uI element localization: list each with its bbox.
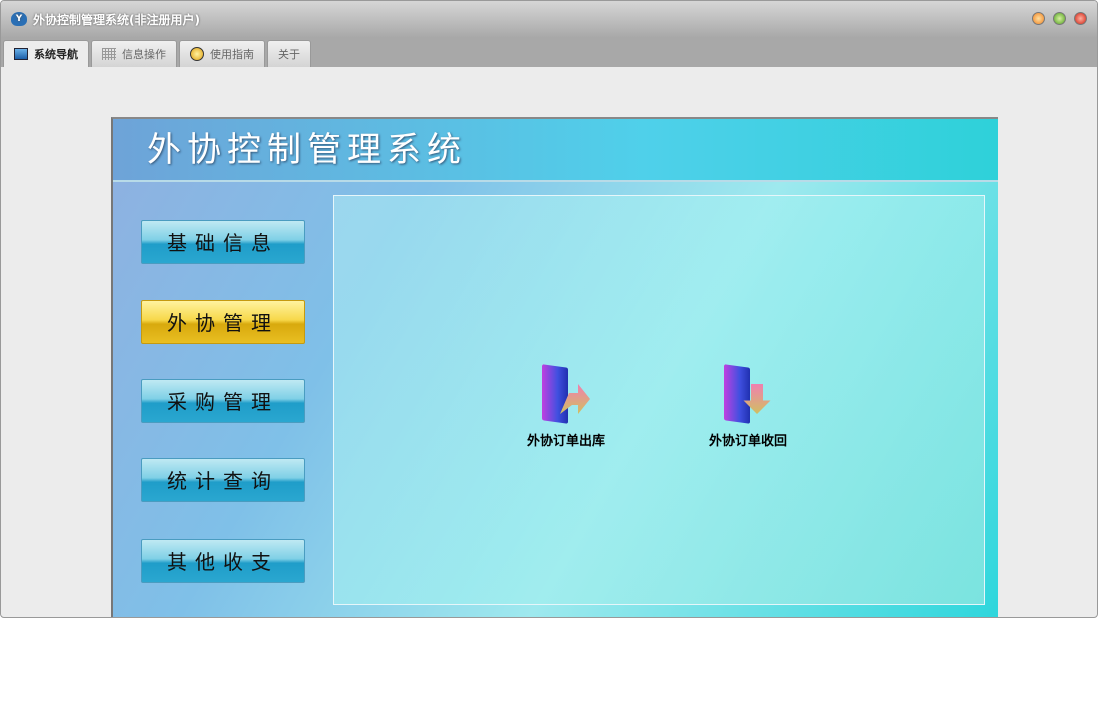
- action-label: 外协订单出库: [526, 434, 605, 449]
- menu-statistics[interactable]: 统计查询: [141, 458, 305, 502]
- tab-info-ops[interactable]: 信息操作: [91, 40, 177, 67]
- tab-guide[interactable]: 使用指南: [179, 40, 265, 67]
- order-outbound-button[interactable]: 外协订单出库: [506, 364, 626, 449]
- banner-title: 外协控制管理系统: [113, 119, 998, 182]
- grid-icon: [102, 48, 116, 60]
- tab-bar: 系统导航 信息操作 使用指南 关于: [1, 37, 1097, 67]
- help-icon: [190, 47, 204, 61]
- content-area: 外协订单出库 外协订单收回: [333, 195, 985, 605]
- menu-outsourcing[interactable]: 外协管理: [141, 300, 305, 344]
- order-return-button[interactable]: 外协订单收回: [688, 364, 808, 449]
- monitor-icon: [14, 48, 28, 60]
- menu-basic-info[interactable]: 基础信息: [141, 220, 305, 264]
- maximize-button[interactable]: [1053, 12, 1066, 25]
- window-title: 外协控制管理系统(非注册用户): [33, 12, 200, 27]
- menu-purchase[interactable]: 采购管理: [141, 379, 305, 423]
- folder-out-icon: [538, 364, 594, 424]
- tab-system-nav[interactable]: 系统导航: [3, 40, 89, 67]
- title-bar: Y 外协控制管理系统(非注册用户): [1, 1, 1097, 37]
- app-window: Y 外协控制管理系统(非注册用户) 系统导航 信息操作 使用指南 关于 外协控制…: [0, 0, 1098, 618]
- app-logo-icon: Y: [11, 12, 27, 26]
- tab-about[interactable]: 关于: [267, 40, 311, 67]
- folder-in-icon: [720, 364, 776, 424]
- tab-label: 信息操作: [122, 48, 166, 61]
- minimize-button[interactable]: [1032, 12, 1045, 25]
- action-label: 外协订单收回: [708, 434, 787, 449]
- close-button[interactable]: [1074, 12, 1087, 25]
- main-panel: 外协控制管理系统 基础信息 外协管理 采购管理 统计查询 其他收支 外协订单出库…: [111, 117, 998, 617]
- tab-label: 使用指南: [210, 48, 254, 61]
- tab-label: 关于: [278, 48, 300, 61]
- menu-other[interactable]: 其他收支: [141, 539, 305, 583]
- tab-label: 系统导航: [34, 48, 78, 61]
